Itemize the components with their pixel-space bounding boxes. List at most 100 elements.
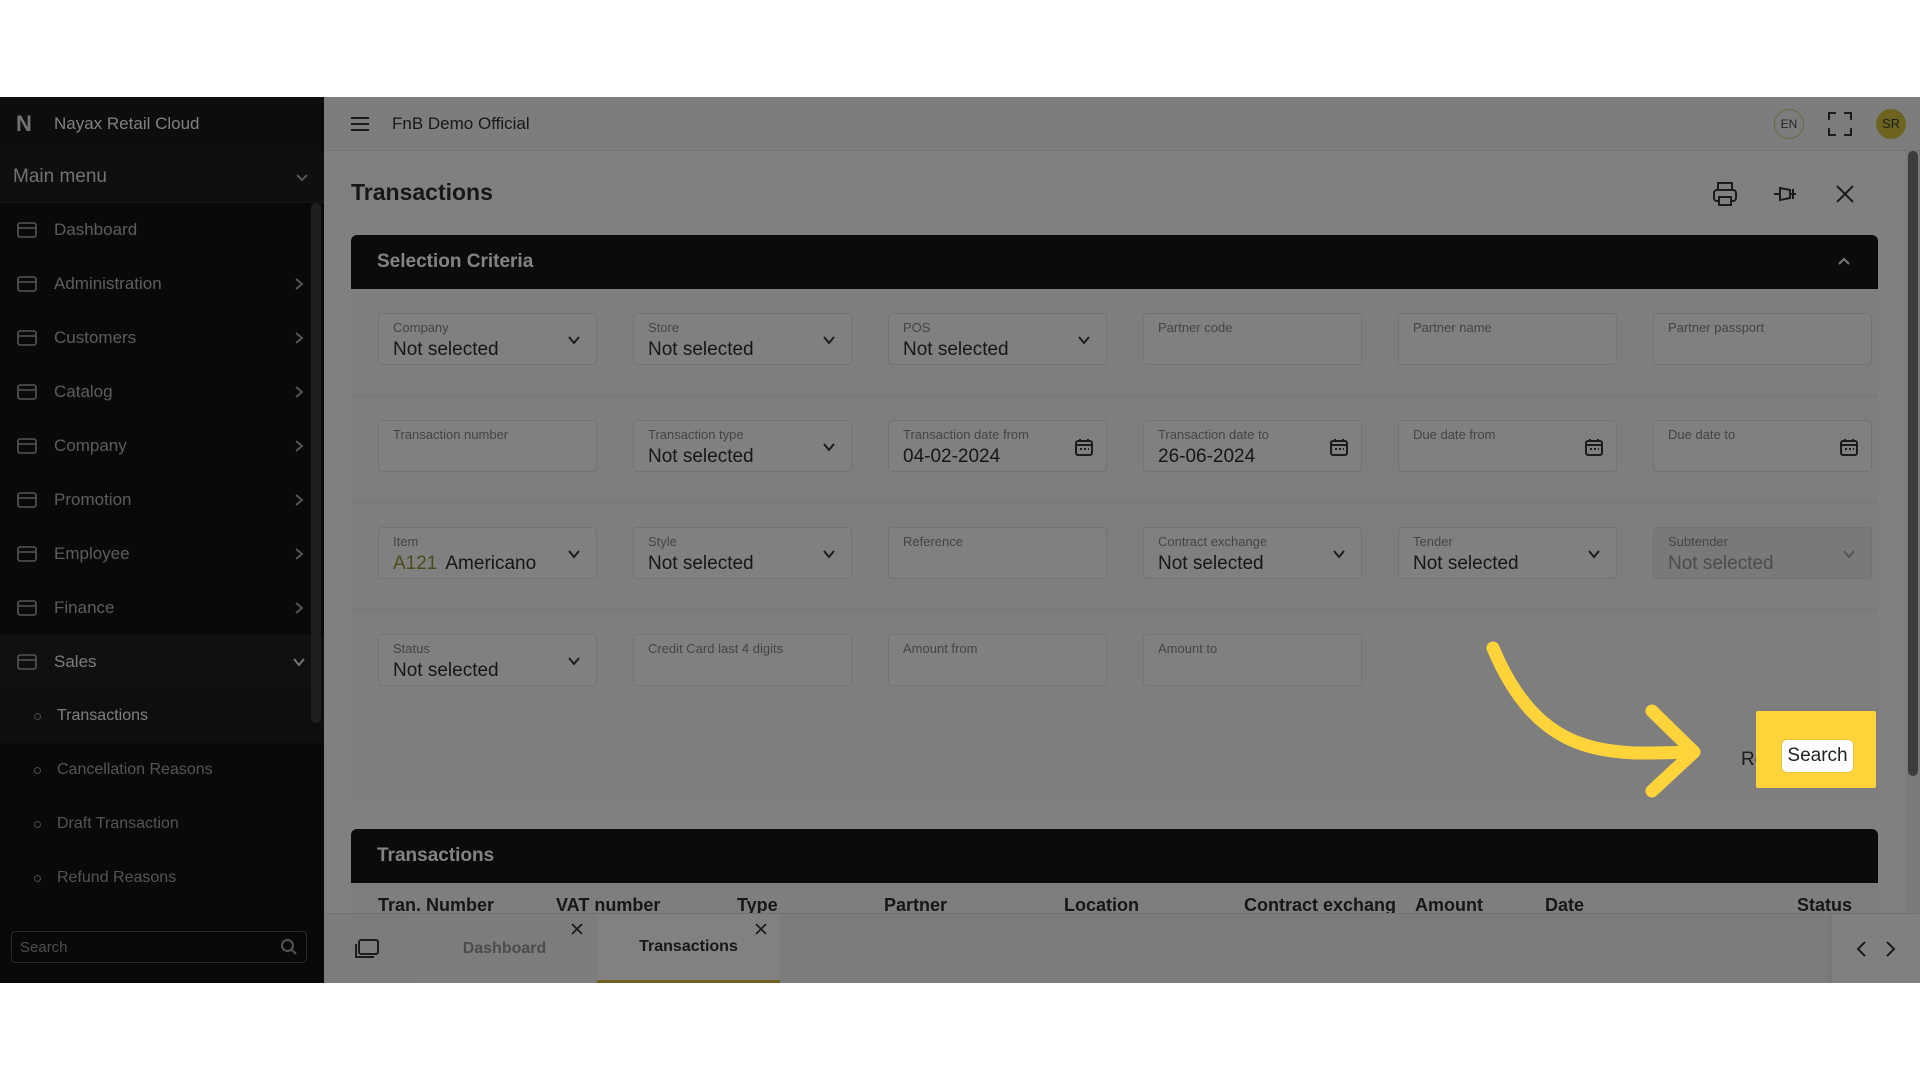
column-header[interactable]: Tran. Number <box>378 895 494 913</box>
sidebar-subitem[interactable]: Cancellation Reasons <box>0 743 324 797</box>
chevron-down-icon <box>823 550 835 559</box>
due-date-to-field[interactable]: Due date to <box>1653 420 1872 472</box>
column-header[interactable]: Partner <box>884 895 947 913</box>
column-header[interactable]: Status <box>1797 895 1852 913</box>
tab-transactions[interactable]: Transactions <box>597 914 780 983</box>
store-field[interactable]: Store Not selected <box>633 313 852 365</box>
chevron-up-icon[interactable] <box>1836 254 1852 270</box>
language-button[interactable]: EN <box>1774 108 1804 139</box>
fullscreen-icon[interactable] <box>1826 110 1854 138</box>
calendar-icon[interactable] <box>1329 437 1349 457</box>
column-header[interactable]: Contract exchang <box>1244 895 1396 913</box>
sidebar-item-administration[interactable]: Administration <box>0 257 324 311</box>
bullet-icon <box>34 820 41 828</box>
field-label: POS <box>903 320 931 335</box>
calendar-icon[interactable] <box>1074 437 1094 457</box>
calendar-icon[interactable] <box>1584 437 1604 457</box>
sidebar-item-company[interactable]: Company <box>0 419 324 473</box>
sidebar-item-employee[interactable]: Employee <box>0 527 324 581</box>
field-value: A121 Americano <box>393 553 536 575</box>
column-header[interactable]: Amount <box>1415 895 1483 913</box>
transaction-number-field[interactable]: Transaction number <box>378 420 597 472</box>
sidebar-menu: Dashboard Administration Customers Catalog C… <box>0 203 324 905</box>
brand-name: Nayax Retail Cloud <box>54 114 200 133</box>
avatar[interactable]: SR <box>1876 108 1906 139</box>
close-icon[interactable] <box>570 922 584 936</box>
sidebar-subitem[interactable]: Refund Reasons <box>0 851 324 905</box>
column-header[interactable]: Date <box>1545 895 1584 913</box>
sidebar-item-promotion[interactable]: Promotion <box>0 473 324 527</box>
chevron-left-icon[interactable] <box>1855 940 1869 958</box>
partner-name-field[interactable]: Partner name <box>1398 313 1617 365</box>
field-label: Store <box>648 320 680 335</box>
field-value-text: Not selected <box>903 339 1009 360</box>
sidebar-item-sales[interactable]: Sales <box>0 635 324 689</box>
print-button[interactable] <box>1710 179 1740 209</box>
transaction-type-field[interactable]: Transaction type Not selected <box>633 420 852 472</box>
close-icon[interactable] <box>754 922 768 936</box>
field-value-text: Americano <box>445 553 537 574</box>
sidebar-item-label: Administration <box>54 274 162 293</box>
company-field[interactable]: Company Not selected <box>378 313 597 365</box>
sidebar-item-finance[interactable]: Finance <box>0 581 324 635</box>
sidebar-item-catalog[interactable]: Catalog <box>0 365 324 419</box>
field-label: Transaction date from <box>903 427 1029 442</box>
credit-card-last-4-digits-field[interactable]: Credit Card last 4 digits <box>633 634 852 686</box>
selection-criteria-header[interactable]: Selection Criteria <box>351 235 1878 289</box>
sidebar-subitem[interactable]: Transactions <box>0 689 324 743</box>
field-value-text: Not selected <box>648 339 754 360</box>
sidebar-subitem[interactable]: Draft Transaction <box>0 797 324 851</box>
sidebar-search[interactable]: Search <box>11 931 307 963</box>
chevron-down-icon <box>1333 550 1345 559</box>
sidebar-subitem-label: Refund Reasons <box>57 869 177 886</box>
main-menu-toggle[interactable]: Main menu <box>0 151 324 203</box>
field-value: Not selected <box>1413 553 1519 575</box>
column-header[interactable]: Type <box>737 895 778 913</box>
chevron-right-icon[interactable] <box>1883 940 1897 958</box>
partner-passport-field[interactable]: Partner passport <box>1653 313 1872 365</box>
reference-field[interactable]: Reference <box>888 527 1107 579</box>
calendar-icon[interactable] <box>1839 437 1859 457</box>
sidebar-scrollbar[interactable] <box>311 203 321 723</box>
close-page-button[interactable] <box>1830 179 1860 209</box>
status-field[interactable]: Status Not selected <box>378 634 597 686</box>
chevron-right-icon <box>295 440 304 452</box>
column-header[interactable]: Location <box>1064 895 1139 913</box>
chevron-right-icon <box>295 548 304 560</box>
field-value: Not selected <box>393 339 499 361</box>
hamburger-menu-icon[interactable] <box>348 112 372 136</box>
sidebar-search-input[interactable]: Search <box>20 939 68 956</box>
transaction-date-to-field[interactable]: Transaction date to 26-06-2024 <box>1143 420 1362 472</box>
transaction-date-from-field[interactable]: Transaction date from 04-02-2024 <box>888 420 1107 472</box>
chevron-down-icon <box>568 550 580 559</box>
field-label: Partner code <box>1158 320 1233 335</box>
column-header[interactable]: VAT number <box>556 895 660 913</box>
tender-field[interactable]: Tender Not selected <box>1398 527 1617 579</box>
criteria-row: Item A121 Americano Style Not selected Refere… <box>351 503 1878 610</box>
sidebar-item-label: Finance <box>54 598 115 617</box>
brand[interactable]: N Nayax Retail Cloud <box>0 97 324 151</box>
pos-field[interactable]: POS Not selected <box>888 313 1107 365</box>
pin-button[interactable] <box>1770 179 1800 209</box>
contract-exchange-field[interactable]: Contract exchange Not selected <box>1143 527 1362 579</box>
field-label: Due date to <box>1668 427 1736 442</box>
sidebar-item-dashboard[interactable]: Dashboard <box>0 203 324 257</box>
search-icon[interactable] <box>280 938 298 956</box>
field-label: Subtender <box>1668 534 1728 549</box>
windows-icon[interactable] <box>354 938 380 960</box>
main-scrollbar[interactable] <box>1906 151 1920 913</box>
main-scrollbar-thumb[interactable] <box>1908 151 1918 776</box>
amount-to-field[interactable]: Amount to <box>1143 634 1362 686</box>
company-icon <box>14 435 40 457</box>
partner-code-field[interactable]: Partner code <box>1143 313 1362 365</box>
sidebar-item-customers[interactable]: Customers <box>0 311 324 365</box>
amount-from-field[interactable]: Amount from <box>888 634 1107 686</box>
star-icon <box>14 489 40 511</box>
reset-button[interactable]: Rese <box>1741 749 1785 771</box>
main-content: Transactions Selection Criteria Company N… <box>324 151 1920 913</box>
due-date-from-field[interactable]: Due date from <box>1398 420 1617 472</box>
item-field[interactable]: Item A121 Americano <box>378 527 597 579</box>
style-field[interactable]: Style Not selected <box>633 527 852 579</box>
field-label: Status <box>393 641 430 656</box>
tab-dashboard[interactable]: Dashboard <box>413 914 596 983</box>
